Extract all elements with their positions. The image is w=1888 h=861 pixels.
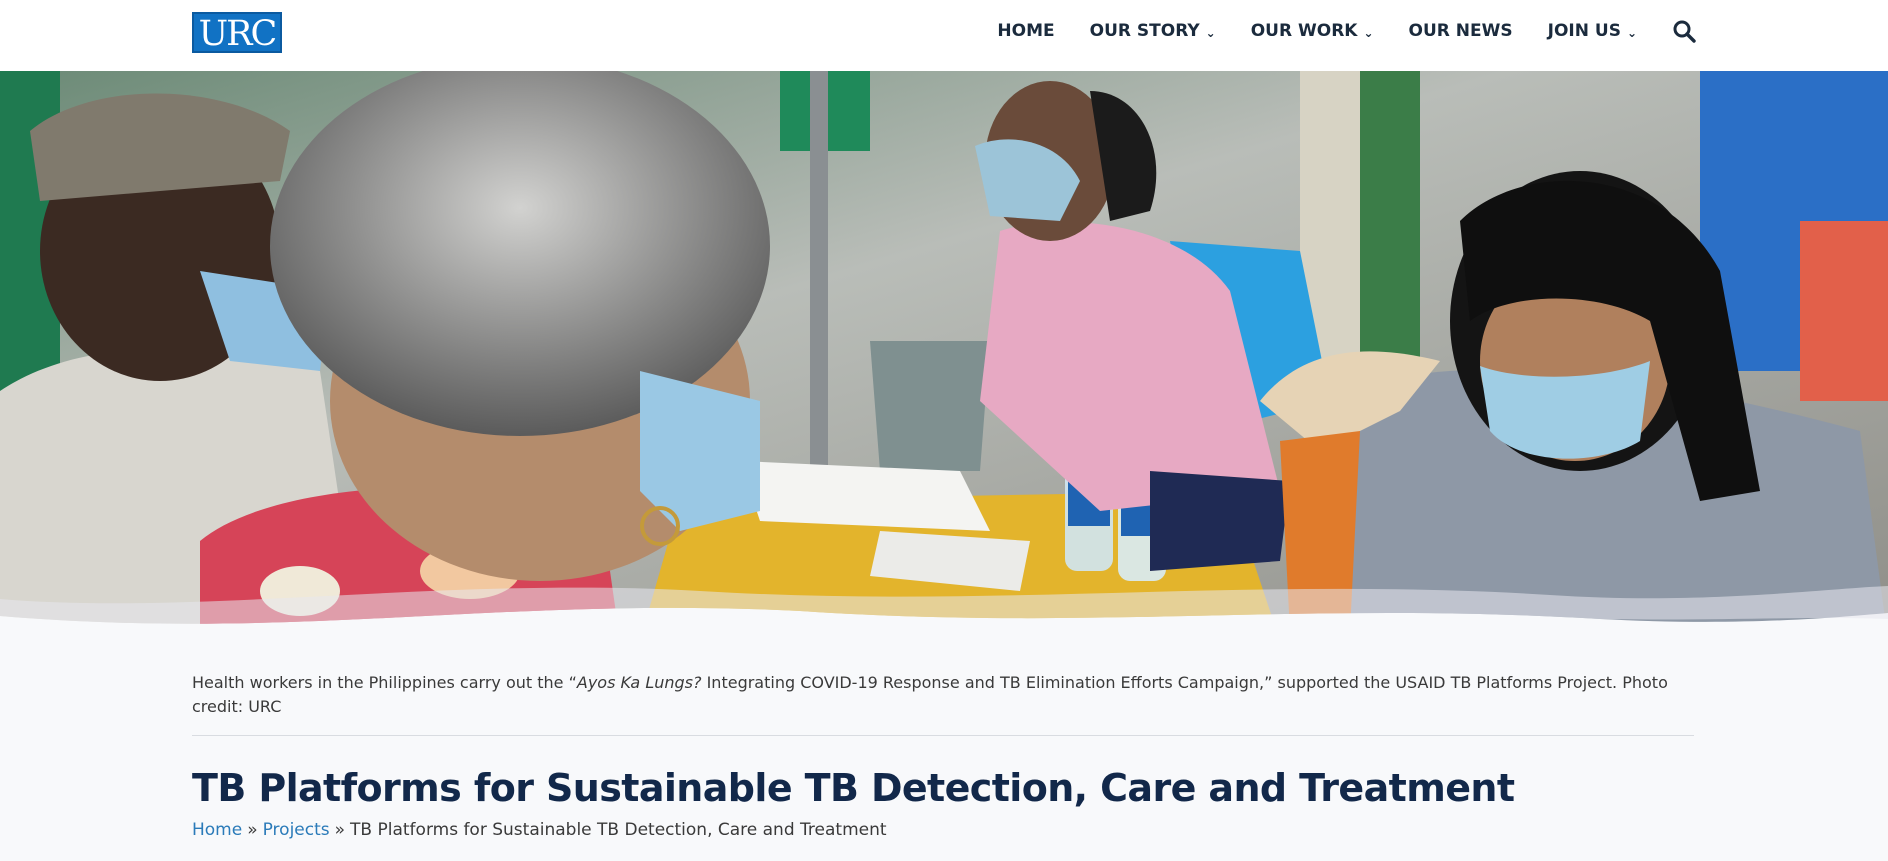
main-nav: HOME OUR STORY ⌄ OUR WORK ⌄ OUR NEWS JOI… (997, 0, 1696, 62)
search-icon[interactable] (1672, 19, 1696, 43)
nav-join-us-label: JOIN US (1547, 21, 1621, 41)
breadcrumb-current: TB Platforms for Sustainable TB Detectio… (350, 820, 887, 840)
nav-home-label: HOME (997, 21, 1055, 41)
site-header: URC HOME OUR STORY ⌄ OUR WORK ⌄ OUR NEWS… (0, 0, 1888, 71)
chevron-down-icon: ⌄ (1205, 26, 1216, 40)
caption-text-start: Health workers in the Philippines carry … (192, 673, 577, 692)
breadcrumb-separator: » (247, 820, 258, 840)
chevron-down-icon: ⌄ (1626, 26, 1637, 40)
nav-our-work[interactable]: OUR WORK ⌄ (1251, 21, 1374, 41)
nav-home[interactable]: HOME (997, 21, 1054, 41)
urc-logo[interactable]: URC (192, 12, 282, 54)
nav-our-story-label: OUR STORY (1089, 21, 1200, 41)
nav-our-news[interactable]: OUR NEWS (1409, 21, 1513, 41)
hero-illustration (0, 71, 1888, 641)
breadcrumb-separator: » (334, 820, 346, 840)
nav-our-work-label: OUR WORK (1250, 21, 1358, 41)
nav-our-story[interactable]: OUR STORY ⌄ (1090, 21, 1216, 41)
breadcrumb-home-link[interactable]: Home (192, 820, 242, 840)
breadcrumb-projects-link[interactable]: Projects (263, 820, 330, 840)
caption-campaign-name: Ayos Ka Lungs? (576, 673, 702, 692)
nav-our-news-label: OUR NEWS (1408, 21, 1513, 41)
breadcrumb: Home» Projects» TB Platforms for Sustainab… (192, 820, 887, 840)
chevron-down-icon: ⌄ (1363, 26, 1374, 40)
hero-photo (0, 71, 1888, 641)
nav-join-us[interactable]: JOIN US ⌄ (1548, 21, 1637, 41)
hero-caption: Health workers in the Philippines carry … (192, 671, 1694, 719)
caption-divider (192, 735, 1694, 736)
page-title: TB Platforms for Sustainable TB Detectio… (192, 766, 1515, 810)
